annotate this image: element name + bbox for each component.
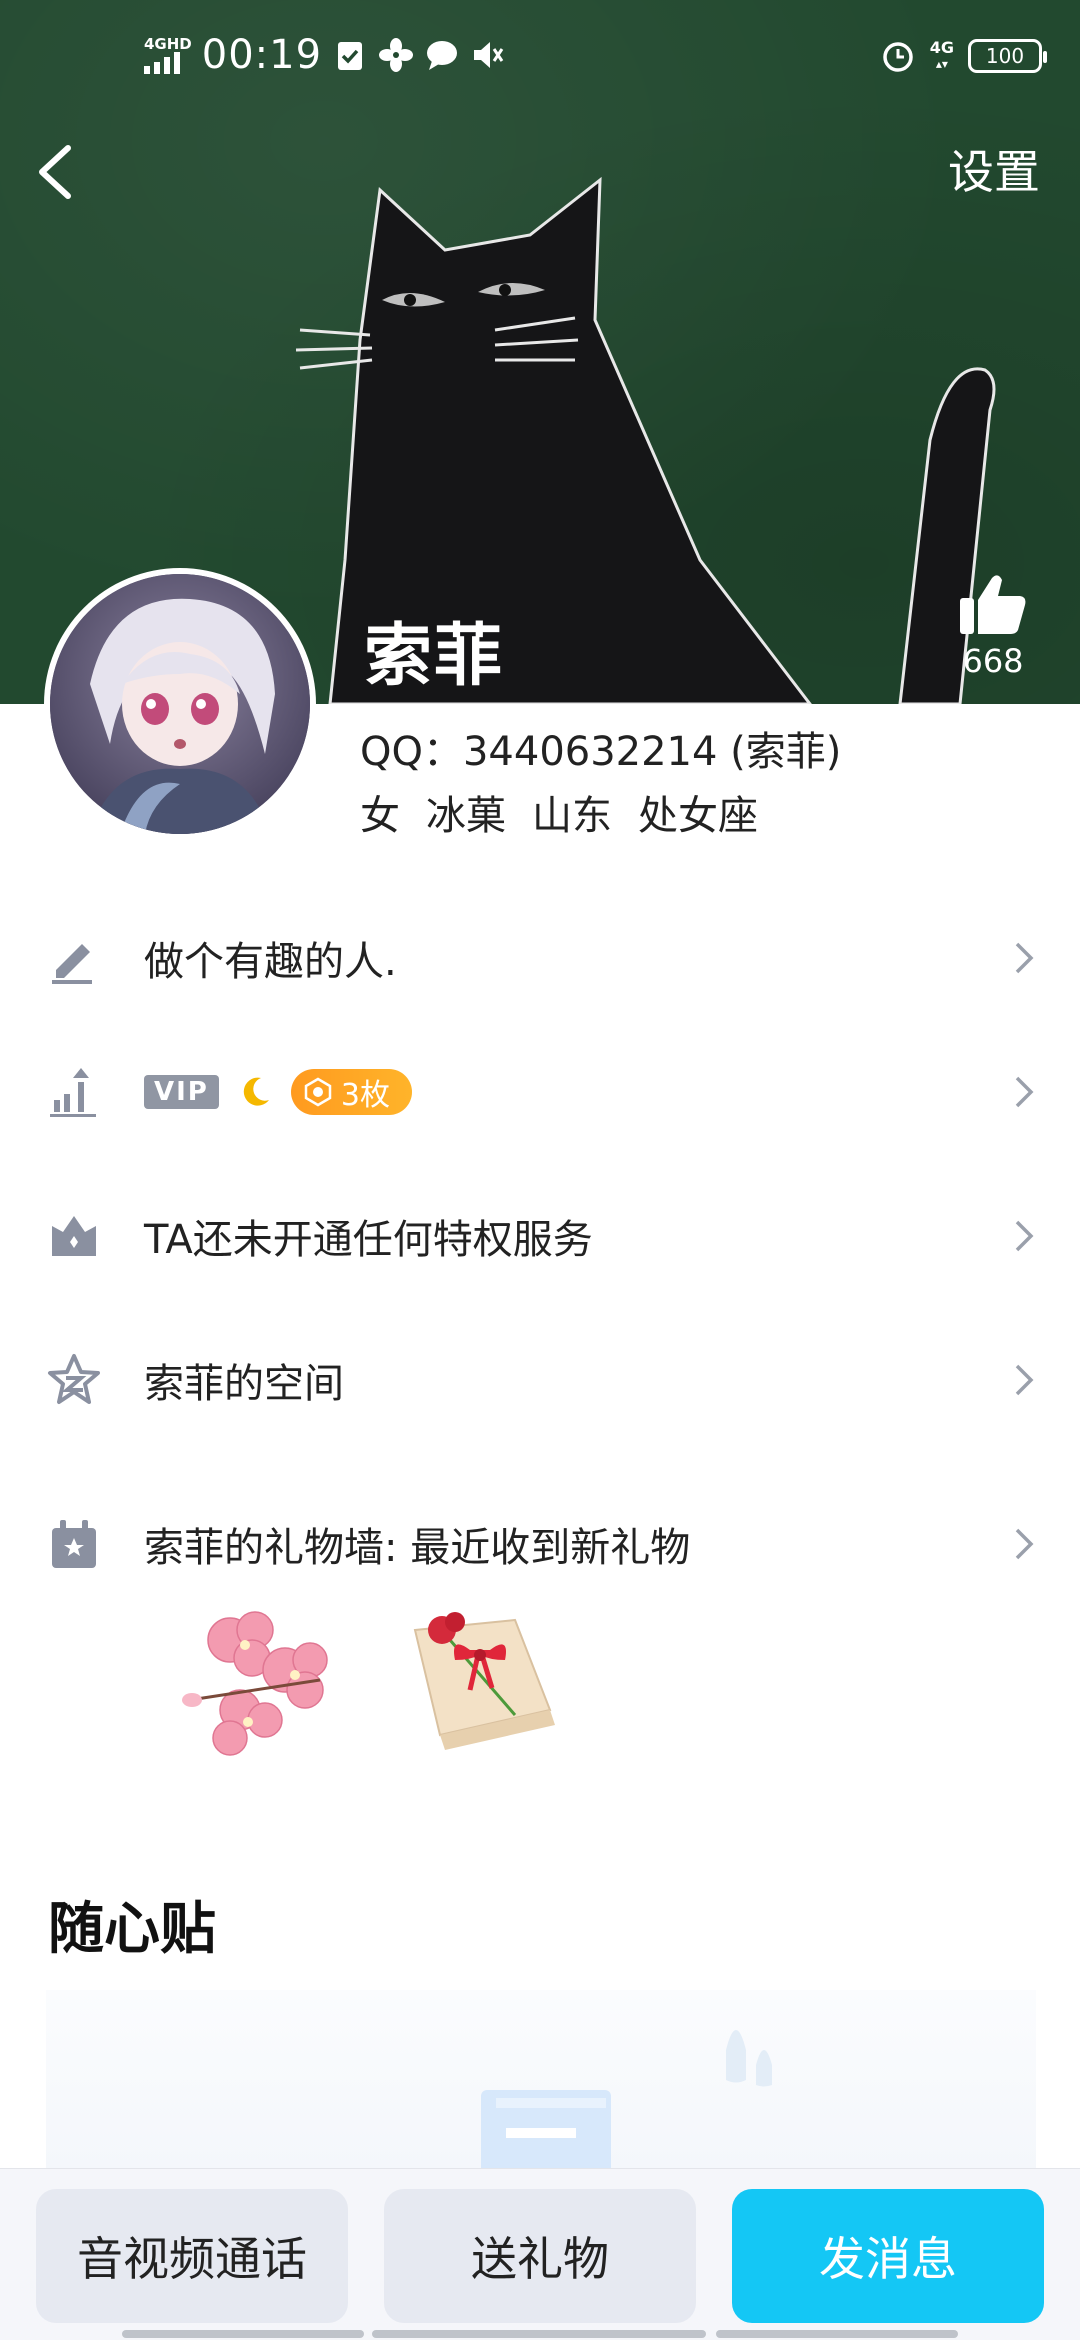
medal-badge[interactable]: 3枚 <box>290 1069 412 1115</box>
medal-count: 3枚 <box>340 1078 390 1113</box>
gift-wall-text: 索菲的礼物墙: 最近收到新礼物 <box>144 1525 691 1571</box>
anime-avatar-image <box>50 574 310 834</box>
like-count: 668 <box>962 642 1024 680</box>
chevron-right-icon <box>1015 1364 1034 1396</box>
qzone-text: 索菲的空间 <box>144 1361 344 1407</box>
bottom-action-bar: 音视频通话 送礼物 发消息 <box>0 2168 1080 2340</box>
section-title: 随心贴 <box>48 1897 216 1962</box>
chevron-right-icon <box>1015 1528 1034 1560</box>
privilege-text: TA还未开通任何特权服务 <box>144 1217 593 1263</box>
status-time: 00:19 <box>201 32 323 78</box>
nav-indicator-center <box>372 2330 706 2338</box>
medal-icon <box>304 1077 332 1107</box>
network-type-label: 4GHD <box>144 35 192 53</box>
battery-icon: 100 <box>968 39 1047 73</box>
avatar[interactable] <box>44 568 316 840</box>
gift-box-icon <box>52 1520 96 1568</box>
profile-tags: 女 冰菓 山东 处女座 <box>360 786 841 846</box>
network-4g-label: 4G <box>929 38 954 57</box>
empty-state-illustration <box>481 2030 772 2170</box>
chevron-right-icon <box>1015 1076 1034 1108</box>
recent-gifts[interactable] <box>170 1600 590 1800</box>
profile-nickname: 索菲 <box>364 617 505 696</box>
send-gift-button[interactable]: 送礼物 <box>384 2189 696 2323</box>
chat-bubble-icon <box>427 41 458 70</box>
sticker-card-area[interactable] <box>46 1990 1036 2170</box>
moon-icon <box>243 1077 269 1106</box>
chevron-right-icon <box>1015 942 1034 974</box>
tag-region: 山东 <box>532 793 612 839</box>
tag-gender: 女 <box>360 793 400 839</box>
profile-info: QQ：3440632214 (索菲) 女 冰菓 山东 处女座 <box>360 722 841 846</box>
cherry-blossom-gift-icon <box>182 1611 328 1756</box>
gift-wall-row[interactable]: 索菲的礼物墙: 最近收到新礼物 <box>0 1484 1080 1604</box>
alarm-icon <box>882 42 913 72</box>
profile-page: 4GHD 00:19 4G ▴▾ 100 设置 索菲 668 QQ：344063… <box>0 0 1080 2340</box>
signal-icon: 4GHD <box>144 36 192 74</box>
settings-button[interactable]: 设置 <box>948 140 1040 204</box>
battery-level: 100 <box>985 44 1025 68</box>
vip-badge: VIP <box>144 1075 219 1109</box>
status-right: 4G ▴▾ 100 <box>880 38 1047 74</box>
av-call-button[interactable]: 音视频通话 <box>36 2189 348 2323</box>
network-4g-icon: 4G ▴▾ <box>929 38 954 72</box>
level-row[interactable]: VIP 3枚 <box>0 1032 1080 1152</box>
like-button[interactable]: 668 <box>948 572 1038 680</box>
rose-card-gift-icon <box>413 1612 555 1750</box>
back-arrow-icon[interactable] <box>28 140 84 204</box>
thumbs-up-icon <box>960 575 1026 634</box>
nav-indicator-right <box>716 2330 958 2338</box>
nav-indicator-left <box>122 2330 364 2338</box>
clipboard-icon <box>338 42 363 70</box>
send-message-button[interactable]: 发消息 <box>732 2189 1044 2323</box>
crown-icon <box>52 1216 96 1256</box>
qzone-star-icon <box>48 1354 100 1404</box>
mute-icon <box>474 42 504 68</box>
status-left: 4GHD 00:19 <box>144 32 506 78</box>
privilege-row[interactable]: TA还未开通任何特权服务 <box>0 1176 1080 1296</box>
status-bar: 4GHD 00:19 4G ▴▾ 100 <box>0 0 1080 120</box>
level-chart-icon <box>50 1068 96 1117</box>
signature-text: 做个有趣的人. <box>144 939 397 985</box>
chevron-right-icon <box>1015 1220 1034 1252</box>
qzone-row[interactable]: 索菲的空间 <box>0 1320 1080 1440</box>
pencil-icon <box>52 944 92 984</box>
level-badges: VIP 3枚 <box>144 1069 412 1115</box>
tag-school: 冰菓 <box>426 793 506 839</box>
qq-number: QQ：3440632214 (索菲) <box>360 729 842 775</box>
fan-icon <box>379 38 414 72</box>
tag-zodiac: 处女座 <box>638 793 758 839</box>
signature-row[interactable]: 做个有趣的人. <box>0 898 1080 1018</box>
